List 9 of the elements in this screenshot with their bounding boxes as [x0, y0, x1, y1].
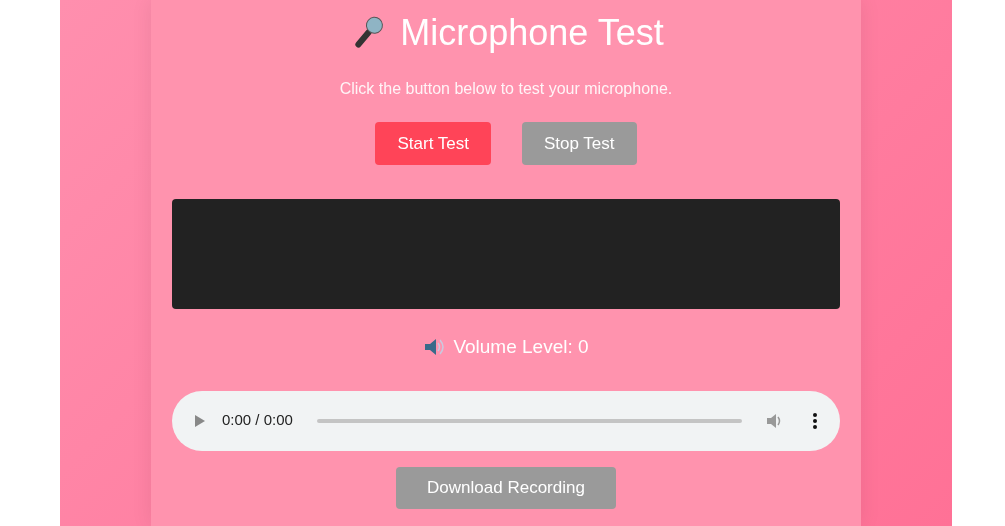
- speaker-icon: [423, 337, 446, 358]
- play-icon[interactable]: [194, 413, 206, 428]
- volume-level-text: Volume Level: 0: [453, 335, 589, 359]
- start-test-button[interactable]: Start Test: [375, 122, 491, 165]
- instruction-text: Click the button below to test your microphone.: [339, 79, 673, 99]
- page-title: Microphone Test: [400, 15, 664, 51]
- audio-player[interactable]: 0:00 / 0:00: [172, 390, 840, 451]
- more-options-icon[interactable]: [812, 412, 818, 429]
- playback-time: 0:00 / 0:00: [222, 410, 293, 431]
